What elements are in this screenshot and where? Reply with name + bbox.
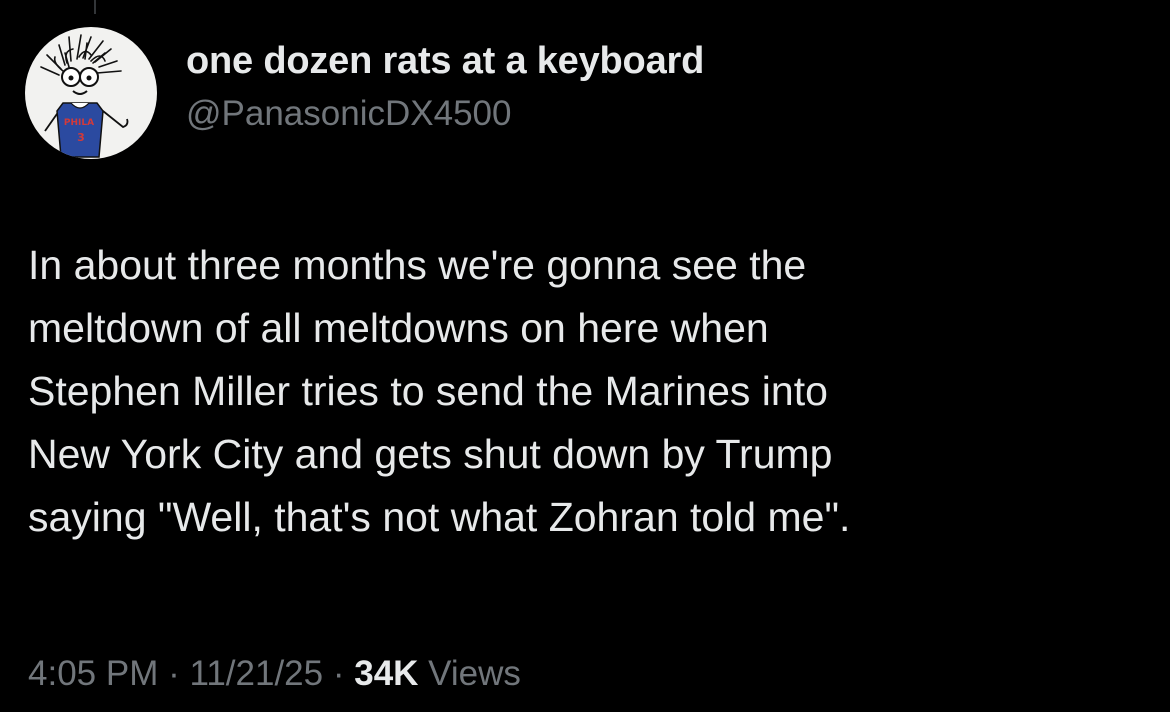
- author-display-name[interactable]: one dozen rats at a keyboard: [186, 40, 704, 83]
- views-count[interactable]: 34K: [354, 654, 418, 693]
- jersey-number: 3: [77, 131, 85, 144]
- views-label[interactable]: Views: [418, 654, 521, 693]
- meta-separator: ·: [323, 654, 355, 693]
- author-handle[interactable]: @PanasonicDX4500: [186, 94, 511, 134]
- cartoon-avatar-icon: PHILA 3: [40, 34, 129, 158]
- tweet-meta: 4:05 PM · 11/21/25 · 34K Views: [28, 654, 521, 694]
- tweet-date[interactable]: 11/21/25: [189, 654, 323, 693]
- tweet-time[interactable]: 4:05 PM: [28, 654, 158, 693]
- avatar[interactable]: PHILA 3: [25, 27, 157, 159]
- jersey-text: PHILA: [64, 118, 94, 128]
- tweet-text: In about three months we're gonna see th…: [28, 242, 851, 540]
- meta-separator: ·: [158, 654, 190, 693]
- thread-connector-line: [94, 0, 96, 14]
